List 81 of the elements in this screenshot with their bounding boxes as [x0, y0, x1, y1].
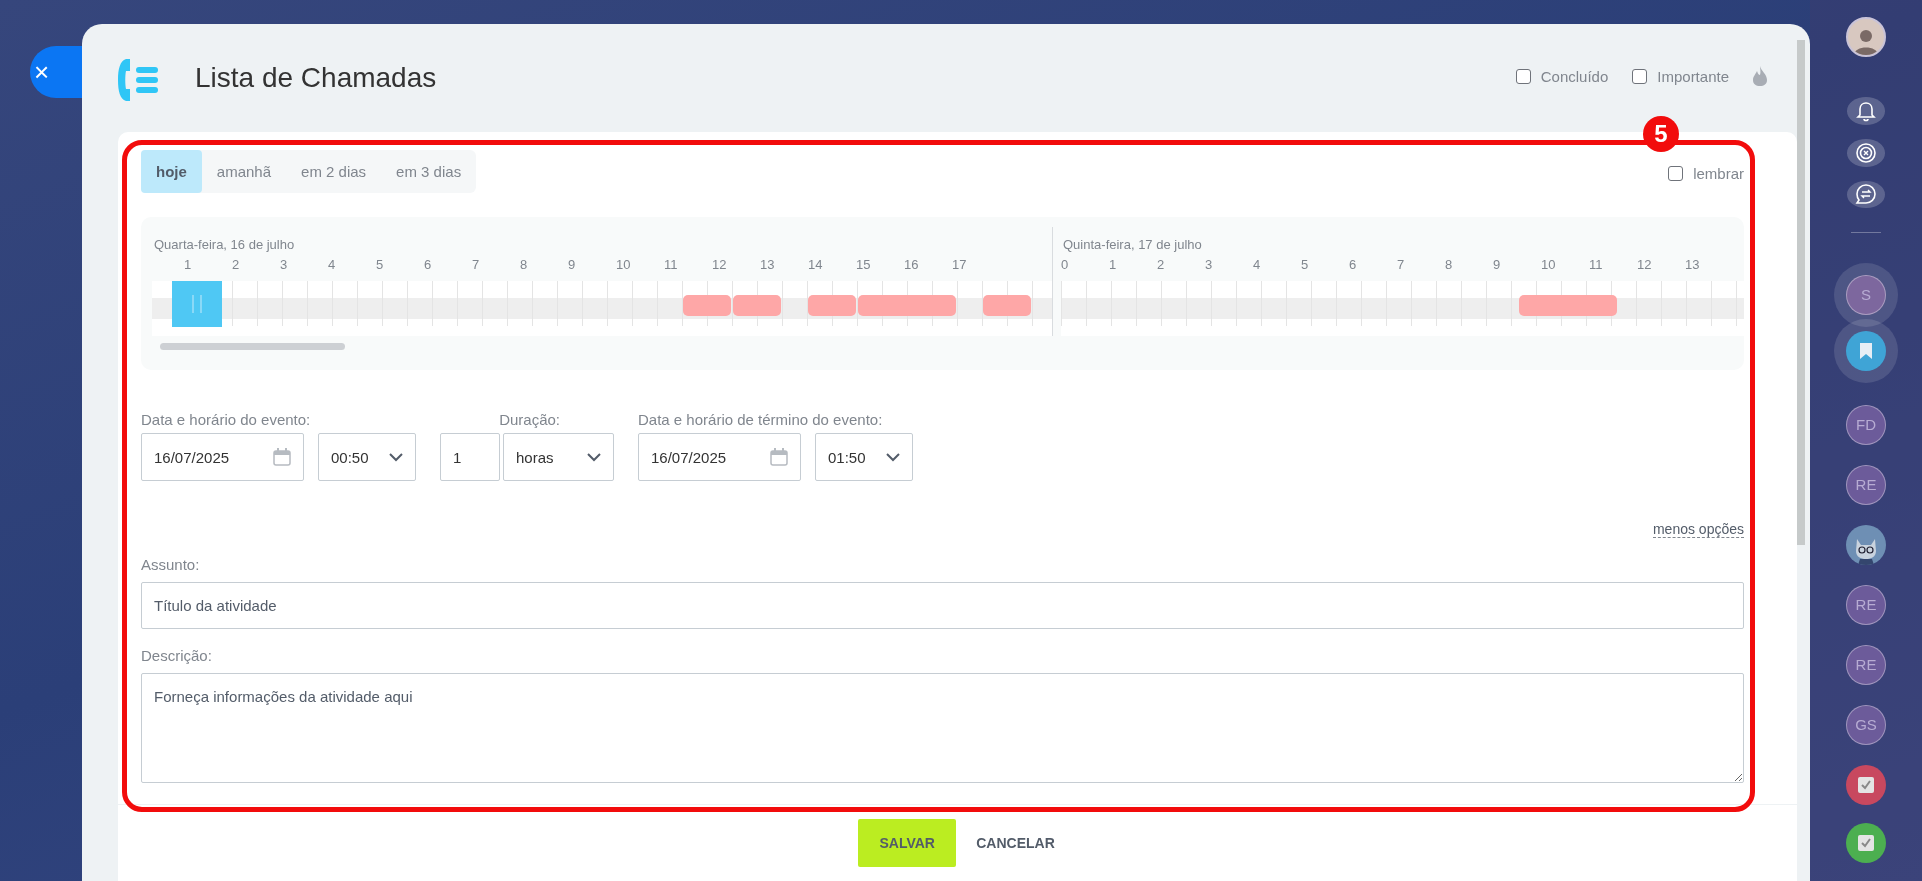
hour-label: 13 [1684, 257, 1701, 274]
chevron-down-icon [587, 452, 601, 462]
user-avatar[interactable]: FD [1846, 405, 1886, 445]
hour-label: 11 [663, 257, 679, 274]
hour-label: 10 [1540, 257, 1557, 274]
chat-icon[interactable] [1847, 180, 1885, 209]
hour-label: 8 [1444, 257, 1454, 274]
hour-label: 4 [327, 257, 337, 274]
hour-label: 5 [375, 257, 385, 274]
user-avatar[interactable] [1846, 17, 1886, 57]
date-field[interactable]: 16/07/2025 [638, 433, 801, 481]
hour-label: 6 [1348, 257, 1358, 274]
field-label: Descrição: [141, 647, 213, 666]
field-label: Assunto: [141, 556, 201, 575]
field-label: Duração: [499, 411, 560, 430]
day-label: Quarta-feira, 16 de julho [153, 237, 296, 254]
day-tab[interactable]: hoje [141, 150, 202, 193]
remind-checkbox[interactable]: lembrar [1668, 165, 1744, 182]
unit-select[interactable]: horas [503, 433, 614, 481]
description-field[interactable]: Forneça informações da atividade aqui [141, 673, 1744, 783]
hour-label: 3 [1204, 257, 1214, 274]
day-label: Quinta-feira, 17 de julho [1062, 237, 1203, 254]
day-tab[interactable]: em 3 dias [381, 150, 477, 193]
date-field[interactable]: 16/07/2025 [141, 433, 304, 481]
day-tab[interactable]: em 2 dias [286, 150, 382, 193]
hour-label: 5 [1300, 257, 1310, 274]
hour-label: 14 [807, 257, 824, 274]
hour-label: 8 [519, 257, 529, 274]
hour-label: 10 [615, 257, 632, 274]
hour-label: 16 [903, 257, 920, 274]
hour-label: 11 [1588, 257, 1604, 274]
less-options-link[interactable]: menos opções [1652, 521, 1744, 538]
hour-label: 7 [1396, 257, 1406, 274]
user-avatar[interactable]: RE [1846, 585, 1886, 625]
user-avatar[interactable]: GS [1846, 705, 1886, 745]
field-label: Data e horário de término do evento: [638, 411, 884, 430]
hour-label: 12 [711, 257, 728, 274]
hour-label: 13 [759, 257, 776, 274]
window-title: Lista de Chamadas [195, 62, 437, 94]
hour-label: 1 [183, 257, 193, 274]
hour-label: 12 [1636, 257, 1653, 274]
busy-slot [683, 295, 731, 316]
time-select[interactable]: 00:50 [318, 433, 416, 481]
bell-icon[interactable] [1847, 97, 1885, 125]
task-icon[interactable] [1846, 823, 1886, 863]
busy-slot [808, 295, 856, 316]
time-select[interactable]: 01:50 [815, 433, 913, 481]
user-avatar[interactable]: RE [1846, 645, 1886, 685]
hour-label: 17 [951, 257, 968, 274]
hour-label: 4 [1252, 257, 1262, 274]
hour-label: 9 [1492, 257, 1502, 274]
day-tab[interactable]: amanhã [201, 150, 287, 193]
bookmark-icon[interactable] [1846, 331, 1886, 371]
duration-field[interactable]: 1 [440, 433, 500, 481]
busy-slot [983, 295, 1031, 316]
save-button[interactable]: SALVAR [858, 819, 957, 867]
user-avatar[interactable]: S [1846, 275, 1886, 315]
cat-avatar[interactable] [1846, 525, 1886, 565]
scrollbar-thumb[interactable] [1797, 40, 1805, 545]
checkbox-option[interactable]: Importante [1632, 67, 1729, 85]
chevron-down-icon [886, 452, 900, 462]
checkbox-option[interactable]: Concluído [1515, 67, 1609, 85]
subject-field[interactable]: Título da atividade [141, 582, 1744, 629]
hour-label: 2 [231, 257, 241, 274]
cancel-button[interactable]: CANCELAR [974, 835, 1057, 851]
hour-label: 2 [1156, 257, 1166, 274]
hour-label: 9 [567, 257, 577, 274]
chevron-down-icon [389, 452, 403, 462]
hour-label: 0 [1060, 257, 1070, 274]
busy-slot [733, 295, 781, 316]
hour-label: 6 [423, 257, 433, 274]
hour-label: 1 [1108, 257, 1118, 274]
hour-label: 15 [855, 257, 872, 274]
spiral-icon[interactable] [1847, 138, 1885, 167]
step-number: 5 [1643, 116, 1679, 152]
user-avatar[interactable]: RE [1846, 465, 1886, 505]
hour-label: 7 [471, 257, 481, 274]
hour-label: 3 [279, 257, 289, 274]
task-icon[interactable] [1846, 765, 1886, 805]
scrollbar-thumb[interactable] [160, 343, 345, 350]
field-label: Data e horário do evento: [141, 411, 312, 430]
